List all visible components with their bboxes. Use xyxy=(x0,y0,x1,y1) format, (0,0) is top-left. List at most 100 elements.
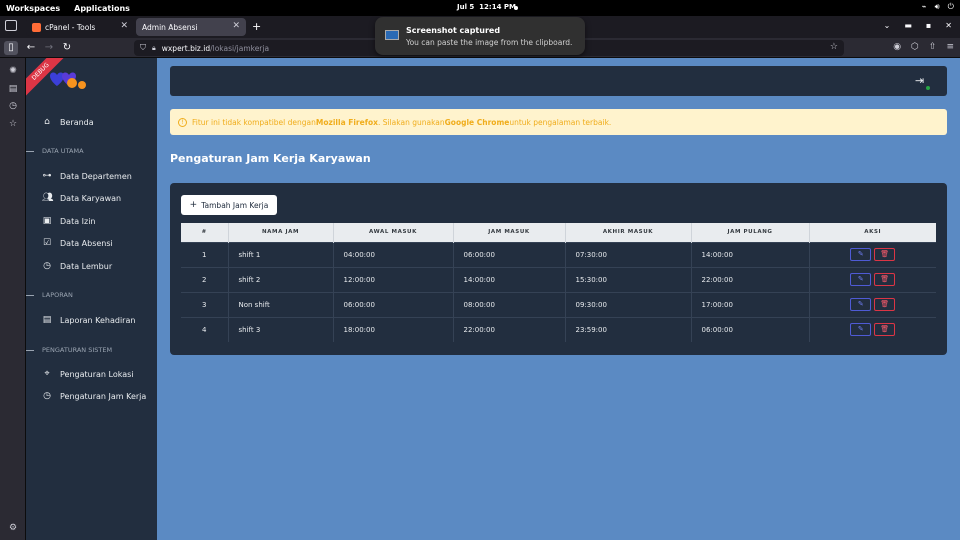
cell-number: 1 xyxy=(181,241,229,267)
bookmarks-icon[interactable]: ☆ xyxy=(8,119,18,129)
cell-end-in: 23:59:00 xyxy=(565,316,692,342)
sidebar-item-departemen[interactable]: ⊶ Data Departemen xyxy=(42,171,132,181)
sidebar-button[interactable]: ▯ xyxy=(4,41,18,55)
cell-in: 06:00:00 xyxy=(453,241,566,267)
lock-icon[interactable]: 🔒︎ xyxy=(152,44,156,53)
close-tab-icon[interactable]: ✕ xyxy=(232,21,240,31)
delete-button[interactable]: 🗑︎ xyxy=(874,273,896,286)
edit-button[interactable]: ✎ xyxy=(850,323,872,337)
work-hours-table: # NAMA JAM AWAL MASUK JAM MASUK AKHIR MA… xyxy=(181,223,936,342)
delete-button[interactable]: 🗑︎ xyxy=(874,298,896,311)
table-row: 2 shift 2 12:00:00 14:00:00 15:30:00 22:… xyxy=(181,266,936,292)
top-navbar: ⇥ xyxy=(170,66,947,96)
work-hours-card: + Tambah Jam Kerja # NAMA JAM AWAL MASUK… xyxy=(170,183,947,355)
table-row: 3 Non shift 06:00:00 08:00:00 09:30:00 1… xyxy=(181,291,936,317)
cell-name: shift 3 xyxy=(228,316,334,342)
table-row: 1 shift 1 04:00:00 06:00:00 07:30:00 14:… xyxy=(181,241,936,267)
forward-button[interactable]: → xyxy=(42,41,56,55)
cell-name: Non shift xyxy=(228,291,334,317)
sidebar-item-laporan-kehadiran[interactable]: ▤ Laporan Kehadiran xyxy=(42,315,136,325)
col-header: # xyxy=(181,223,229,242)
sidebar-item-lokasi[interactable]: ⌖ Pengaturan Lokasi xyxy=(42,369,133,379)
system-clock[interactable]: Jul 5 12:14 PM xyxy=(457,3,516,11)
cell-out: 17:00:00 xyxy=(691,291,810,317)
url-host: wxpert.biz.id xyxy=(161,43,211,53)
delete-button[interactable]: 🗑︎ xyxy=(874,248,896,261)
cell-number: 4 xyxy=(181,316,229,342)
browser-compat-alert: ! Fitur ini tidak kompatibel dengan Mozi… xyxy=(170,109,947,135)
minimize-button[interactable]: ▬ xyxy=(904,21,912,30)
home-icon: ⌂ xyxy=(44,117,50,127)
applications-menu[interactable]: Applications xyxy=(74,4,130,13)
tab-list-icon[interactable]: ⌄ xyxy=(884,21,891,30)
col-header: JAM PULANG xyxy=(691,223,810,242)
sidebar-toggle-icon[interactable] xyxy=(5,20,17,31)
system-tray[interactable]: ⌁ 🔊︎ ⏻ xyxy=(922,2,954,12)
app-logo[interactable] xyxy=(48,70,88,92)
cell-name: shift 2 xyxy=(228,266,334,292)
sidebar-item-jam-kerja[interactable]: ◷ Pengaturan Jam Kerja xyxy=(42,391,146,401)
close-window-button[interactable]: ✕ xyxy=(945,21,952,30)
screenshot-icon xyxy=(385,30,399,40)
tracking-shield-icon[interactable]: ⛉ xyxy=(140,43,146,53)
sitemap-icon: ⊶ xyxy=(42,171,52,181)
cell-end-in: 15:30:00 xyxy=(565,266,692,292)
customize-sidebar-icon[interactable]: ⚙ xyxy=(8,523,18,533)
cell-actions: ✎ 🗑︎ xyxy=(809,266,936,292)
history-icon[interactable]: ◷ xyxy=(8,101,18,111)
clock-icon: ◷ xyxy=(43,261,51,271)
edit-button[interactable]: ✎ xyxy=(850,298,872,311)
cell-end-in: 09:30:00 xyxy=(565,291,692,317)
section-laporan: LAPORAN xyxy=(26,291,73,299)
toolbar-right-icons: ◉ ⬡ ⇧ ≡ xyxy=(893,42,954,52)
workspaces-button[interactable]: Workspaces xyxy=(6,4,60,13)
tab-admin-absensi[interactable]: Admin Absensi ✕ xyxy=(136,18,246,36)
table-header-row: # NAMA JAM AWAL MASUK JAM MASUK AKHIR MA… xyxy=(181,223,936,242)
cell-start-in: 04:00:00 xyxy=(333,241,454,267)
edit-button[interactable]: ✎ xyxy=(850,273,872,286)
close-tab-icon[interactable]: ✕ xyxy=(120,21,128,31)
volume-icon[interactable]: 🔊︎ xyxy=(935,2,940,12)
new-tab-button[interactable]: + xyxy=(252,20,261,33)
ai-chat-icon[interactable]: ✺ xyxy=(8,66,18,76)
url-path: /lokasi/jamkerja xyxy=(210,43,270,53)
tab-cpanel[interactable]: cPanel - Tools ✕ xyxy=(26,18,134,36)
cell-actions: ✎ 🗑︎ xyxy=(809,291,936,317)
menu-icon[interactable]: ≡ xyxy=(946,42,954,52)
file-icon: ▤ xyxy=(42,315,52,325)
tab-title: cPanel - Tools xyxy=(45,22,96,32)
sidebar-item-absensi[interactable]: ☑ Data Absensi xyxy=(42,238,113,248)
table-row: 4 shift 3 18:00:00 22:00:00 23:59:00 06:… xyxy=(181,316,936,342)
power-icon[interactable]: ⏻ xyxy=(948,2,954,12)
cell-actions: ✎ 🗑︎ xyxy=(809,316,936,342)
sidebar-item-izin[interactable]: ▣ Data Izin xyxy=(42,216,96,226)
tab-title: Admin Absensi xyxy=(142,22,198,32)
back-button[interactable]: ← xyxy=(24,41,38,55)
delete-button[interactable]: 🗑︎ xyxy=(874,323,896,337)
network-icon[interactable]: ⌁ xyxy=(922,2,927,12)
bookmark-star-icon[interactable]: ☆ xyxy=(830,42,838,52)
map-pin-icon: ⌖ xyxy=(44,369,50,379)
synced-tabs-icon[interactable]: ▤ xyxy=(8,84,18,94)
section-data-utama: DATA UTAMA xyxy=(26,147,84,155)
calendar-check-icon: ☑ xyxy=(42,238,52,248)
reload-button[interactable]: ↻ xyxy=(60,41,74,55)
sidebar-item-karyawan[interactable]: 👥︎ Data Karyawan xyxy=(42,193,121,203)
notification-dot xyxy=(514,6,518,10)
sidebar-item-lembur[interactable]: ◷ Data Lembur xyxy=(42,261,112,271)
screenshot-notification[interactable]: Screenshot captured You can paste the im… xyxy=(375,17,585,55)
extensions-icon[interactable]: ⬡ xyxy=(911,42,919,52)
notification-body: You can paste the image from the clipboa… xyxy=(406,38,573,47)
plus-icon: + xyxy=(189,200,198,210)
sidebar-item-beranda[interactable]: ⌂ Beranda xyxy=(42,117,94,127)
account-icon[interactable]: ◉ xyxy=(893,42,901,52)
section-pengaturan: PENGATURAN SISTEM xyxy=(26,346,112,354)
users-icon: 👥︎ xyxy=(42,193,54,203)
add-work-hours-button[interactable]: + Tambah Jam Kerja xyxy=(181,195,277,215)
cell-in: 08:00:00 xyxy=(453,291,566,317)
col-header: NAMA JAM xyxy=(228,223,334,242)
edit-button[interactable]: ✎ xyxy=(850,248,872,261)
share-icon[interactable]: ⇧ xyxy=(929,42,937,52)
browser-sidebar: ✺ ▤ ◷ ☆ ⚙ xyxy=(0,58,26,540)
maximize-button[interactable]: ▪ xyxy=(926,21,931,30)
